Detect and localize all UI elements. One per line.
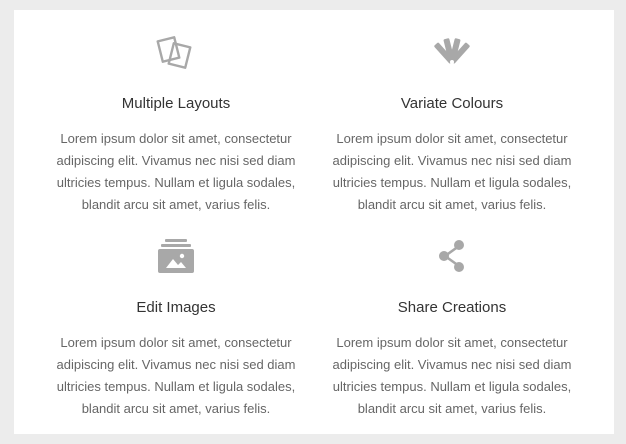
feature-share-creations: Share Creations Lorem ipsum dolor sit am… [314, 236, 590, 420]
share-icon [432, 236, 472, 276]
layers-icon [156, 32, 196, 72]
feature-edit-images: Edit Images Lorem ipsum dolor sit amet, … [38, 236, 314, 420]
color-swatches-icon [432, 32, 472, 72]
feature-title: Edit Images [136, 299, 216, 316]
feature-title: Variate Colours [400, 95, 504, 112]
feature-description: Lorem ipsum dolor sit amet, consectetur … [56, 335, 296, 416]
features-card: Multiple Layouts Lorem ipsum dolor sit a… [14, 10, 614, 434]
feature-description: Lorem ipsum dolor sit amet, consectetur … [56, 131, 296, 212]
feature-description: Lorem ipsum dolor sit amet, consectetur … [332, 131, 572, 212]
feature-title: Share Creations [397, 299, 507, 316]
feature-title: Multiple Layouts [121, 95, 231, 112]
feature-description: Lorem ipsum dolor sit amet, consectetur … [332, 335, 572, 416]
feature-multiple-layouts: Multiple Layouts Lorem ipsum dolor sit a… [38, 32, 314, 216]
image-folder-icon [156, 236, 196, 276]
feature-variate-colours: Variate Colours Lorem ipsum dolor sit am… [314, 32, 590, 216]
